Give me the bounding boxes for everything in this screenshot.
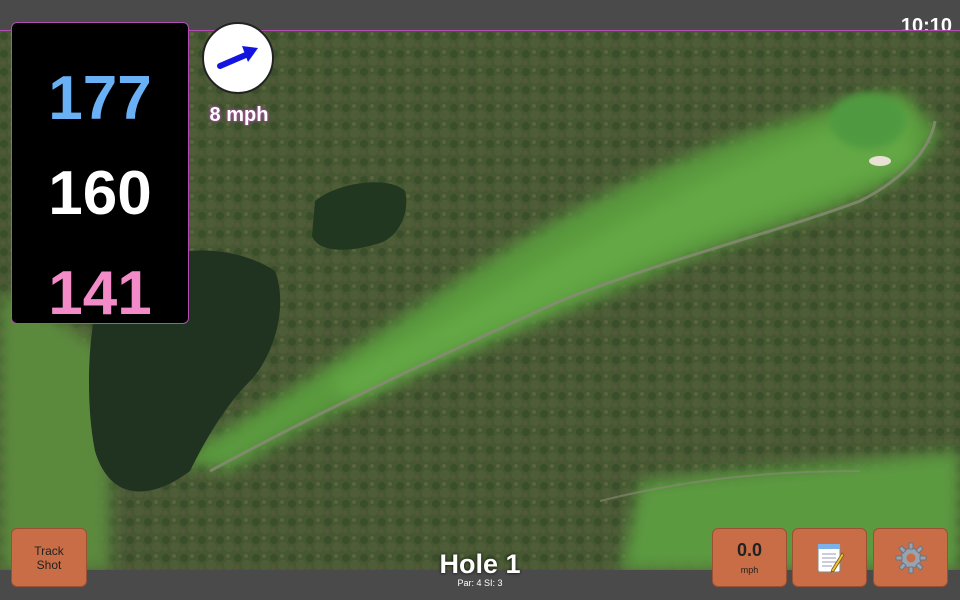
hole-title: Hole 1 bbox=[439, 549, 521, 579]
distance-panel: 177 160 141 bbox=[11, 22, 189, 328]
front-distance: 141 bbox=[48, 259, 152, 328]
track-shot-label-line2: Shot bbox=[36, 557, 62, 572]
notes-button[interactable] bbox=[792, 528, 867, 587]
track-shot-button[interactable]: Track Shot bbox=[11, 528, 87, 587]
wind-arrow-icon bbox=[217, 46, 258, 69]
hole-info: Par: 4 SI: 3 bbox=[457, 578, 503, 588]
wind-speed: 8 mph bbox=[209, 104, 269, 126]
speed-unit: mph bbox=[740, 565, 759, 575]
wind-direction-dial bbox=[202, 22, 274, 94]
settings-button[interactable] bbox=[873, 528, 948, 587]
gear-icon bbox=[895, 542, 926, 573]
back-distance: 177 bbox=[48, 64, 152, 133]
speed-value: 0.0 bbox=[736, 540, 763, 560]
middle-distance: 160 bbox=[48, 159, 152, 228]
track-shot-label-line1: Track bbox=[34, 543, 64, 558]
speed-button[interactable]: 0.0 mph bbox=[712, 528, 787, 587]
notepad-icon bbox=[817, 543, 845, 573]
